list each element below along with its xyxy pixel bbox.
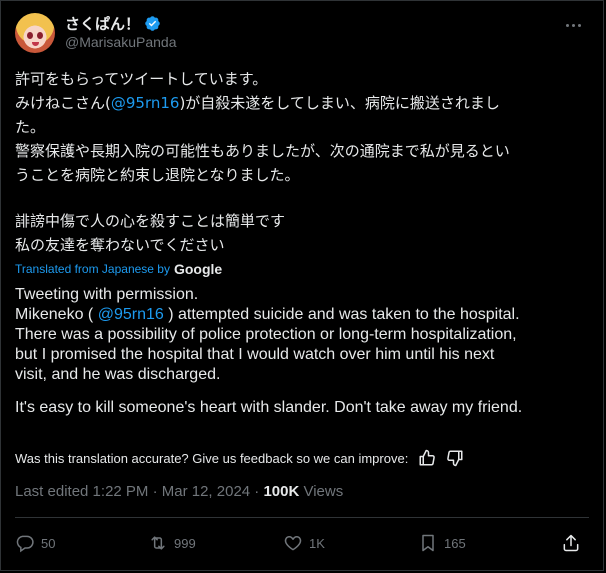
author-handle[interactable]: @MarisakuPanda [65, 34, 177, 50]
jp-line: た。 [15, 118, 46, 136]
en-text: Mikeneko ( [15, 306, 98, 323]
thumbs-down-icon[interactable] [446, 449, 464, 467]
action-bar: 50 999 1K 165 [15, 531, 589, 555]
avatar-eye-right [37, 32, 43, 39]
avatar[interactable] [15, 13, 55, 53]
reply-icon [16, 535, 34, 553]
repost-button[interactable]: 999 [146, 533, 281, 553]
tweet-text-translated: Tweeting with permission. Mikeneko ( @95… [15, 285, 595, 418]
bookmark-icon [422, 534, 434, 552]
en-line: Mikeneko ( @95rn16 ) attempted suicide a… [15, 305, 595, 325]
more-options-icon[interactable] [561, 15, 585, 35]
tweet-header: さくぱん！ @MarisakuPanda [15, 13, 591, 53]
tweet-text-japanese: 許可をもらってツイートしています。 みけねこさん(@95rn16)が自殺未遂をし… [15, 67, 590, 257]
share-button[interactable] [561, 533, 587, 553]
en-text: ) attempted suicide and was taken to the… [163, 306, 520, 323]
views-count: 100K [263, 483, 300, 500]
jp-line: うことを病院と約束し退院となりました。 [15, 166, 300, 184]
reply-count: 50 [41, 535, 56, 551]
mention-link[interactable]: @95rn16 [98, 306, 164, 323]
verified-badge-icon [145, 16, 160, 31]
jp-line: 誹謗中傷で人の心を殺すことは簡単です [15, 212, 286, 230]
en-line: It's easy to kill someone's heart with s… [15, 399, 523, 416]
avatar-eye-left [27, 32, 33, 39]
repost-count: 999 [174, 535, 196, 551]
bookmark-button[interactable]: 165 [416, 533, 548, 553]
translation-label: Translated from Japanese by [15, 262, 170, 276]
repost-icon [151, 536, 165, 550]
en-line: There was a possibility of police protec… [15, 326, 517, 343]
jp-line: みけねこさん(@95rn16)が自殺未遂をしてしまい、病院に搬送されまし [15, 91, 590, 115]
translation-feedback: Was this translation accurate? Give us f… [15, 449, 464, 467]
google-logo: Google [173, 261, 223, 277]
tweet-card: さくぱん！ @MarisakuPanda 許可をもらってツイートしています。 み… [0, 0, 604, 571]
avatar-mouth [32, 42, 39, 46]
jp-text: みけねこさん( [15, 94, 111, 112]
bookmark-count: 165 [444, 535, 466, 551]
share-icon [563, 534, 579, 552]
en-line: Tweeting with permission. [15, 286, 199, 303]
jp-text: )が自殺未遂をしてしまい、病院に搬送されまし [179, 94, 500, 112]
heart-icon [284, 536, 302, 551]
author-display-name[interactable]: さくぱん！ [65, 13, 140, 34]
thumbs-up-icon[interactable] [418, 449, 436, 467]
mention-link[interactable]: @95rn16 [111, 94, 180, 112]
en-line: visit, and he was discharged. [15, 366, 221, 383]
jp-line: 私の友達を奪わないでください [15, 236, 225, 254]
edited-timestamp[interactable]: Last edited 1:22 PM · Mar 12, 2024 · [15, 483, 263, 500]
reply-button[interactable]: 50 [15, 533, 146, 553]
author-name-row: さくぱん！ [65, 13, 161, 34]
translation-attribution[interactable]: Translated from Japanese by Google [15, 261, 222, 277]
views-label: Views [299, 483, 344, 500]
feedback-text: Was this translation accurate? Give us f… [15, 450, 409, 466]
jp-line: 許可をもらってツイートしています。 [15, 70, 268, 88]
jp-line: 警察保護や長期入院の可能性もありましたが、次の通院まで私が見るとい [15, 142, 510, 160]
like-count: 1K [309, 535, 325, 551]
divider [15, 517, 589, 518]
tweet-meta: Last edited 1:22 PM · Mar 12, 2024 · 100… [15, 483, 343, 500]
like-button[interactable]: 1K [281, 533, 416, 553]
en-line: but I promised the hospital that I would… [15, 346, 495, 363]
